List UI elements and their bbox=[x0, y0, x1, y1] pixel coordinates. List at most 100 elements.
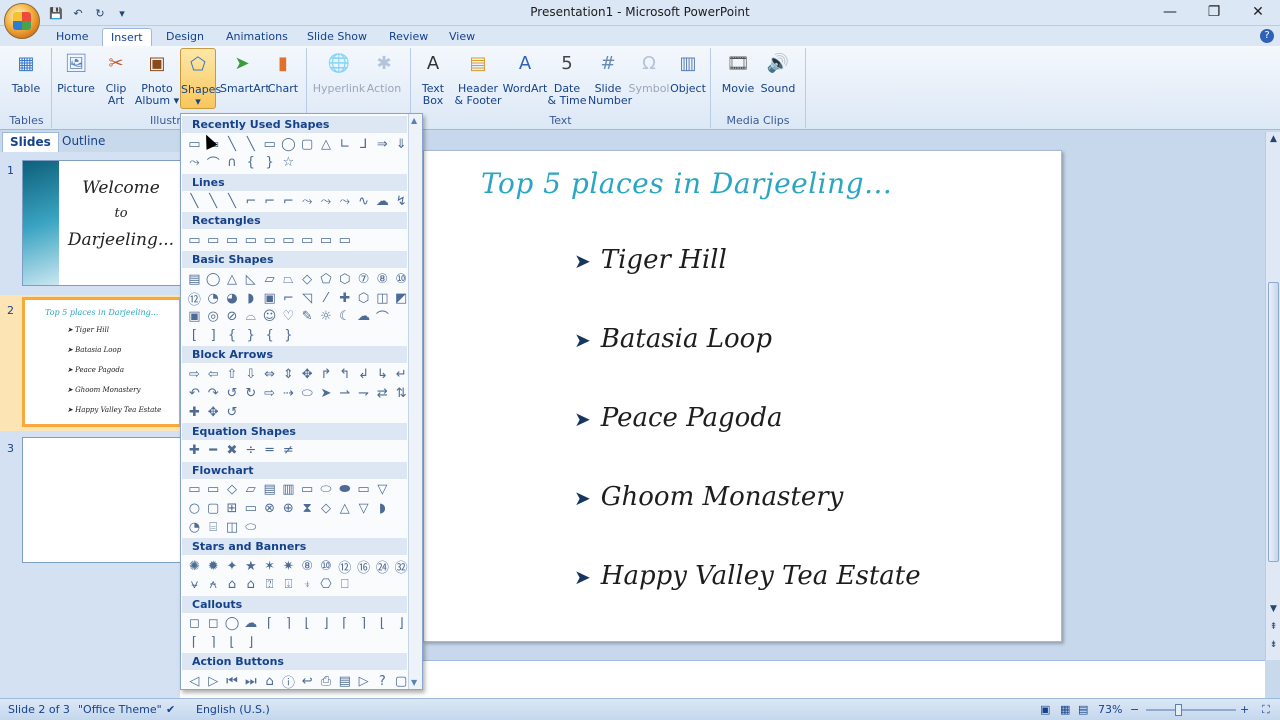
shape-option-icon[interactable]: ✥ bbox=[204, 403, 223, 421]
tab-insert[interactable]: Insert bbox=[102, 28, 152, 47]
shape-option-icon[interactable]: ↷ bbox=[204, 384, 223, 402]
table-button[interactable]: ▦ Table bbox=[6, 48, 46, 95]
shape-option-icon[interactable]: ⇦ bbox=[204, 365, 223, 383]
shape-option-icon[interactable]: ▤ bbox=[185, 270, 204, 288]
shape-option-icon[interactable]: } bbox=[241, 327, 260, 345]
shape-option-icon[interactable]: ▽ bbox=[354, 499, 373, 517]
shape-option-icon[interactable]: ▢ bbox=[204, 499, 223, 517]
shape-option-icon[interactable]: ⑯ bbox=[354, 557, 373, 576]
shape-option-icon[interactable]: ▭ bbox=[223, 231, 242, 249]
shape-option-icon[interactable]: ⇨ bbox=[260, 384, 279, 402]
shape-option-icon[interactable]: ○ bbox=[185, 499, 204, 517]
zoom-slider-track[interactable] bbox=[1146, 709, 1236, 711]
shape-option-icon[interactable]: ⌈ bbox=[335, 615, 354, 633]
tab-slides[interactable]: Slides bbox=[2, 132, 59, 152]
shape-option-icon[interactable]: ? bbox=[373, 672, 392, 689]
scroll-up-icon[interactable]: ▲ bbox=[1266, 132, 1280, 147]
slide-thumbnail-2[interactable]: Top 5 places in Darjeeling... ➤ Tiger Hi… bbox=[22, 297, 182, 427]
shape-option-icon[interactable]: ◗ bbox=[241, 289, 260, 307]
shape-option-icon[interactable]: ☼ bbox=[317, 308, 336, 326]
shape-option-icon[interactable]: ⍲ bbox=[204, 576, 223, 594]
shape-option-icon[interactable]: ✚ bbox=[185, 442, 204, 460]
slide-show-icon[interactable]: ▤ bbox=[1078, 703, 1088, 716]
shape-option-icon[interactable]: ▭ bbox=[298, 231, 317, 249]
shape-option-icon[interactable]: ⍖ bbox=[298, 576, 317, 594]
shape-option-icon[interactable]: ☺ bbox=[260, 308, 279, 326]
tab-view[interactable]: View bbox=[441, 28, 483, 47]
shape-option-icon[interactable]: ▭ bbox=[298, 481, 317, 499]
shape-option-icon[interactable]: ☁ bbox=[241, 615, 260, 633]
shape-option-icon[interactable]: ▭ bbox=[354, 481, 373, 499]
vertical-scrollbar[interactable]: ▲ ▼ ⇞ ⇟ bbox=[1265, 132, 1280, 660]
shape-option-icon[interactable]: ⍱ bbox=[185, 576, 204, 594]
shape-option-icon[interactable]: ⇩ bbox=[241, 365, 260, 383]
shape-option-icon[interactable]: ⌐ bbox=[279, 289, 298, 307]
shape-option-icon[interactable]: ⇕ bbox=[279, 365, 298, 383]
shape-option-icon[interactable]: ⑧ bbox=[373, 270, 392, 288]
shape-option-icon[interactable]: ∟ bbox=[335, 135, 354, 153]
shape-option-icon[interactable]: ⑫ bbox=[185, 289, 204, 308]
shape-option-icon[interactable]: ✷ bbox=[279, 557, 298, 575]
shape-option-icon[interactable]: ◯ bbox=[204, 270, 223, 288]
shape-option-icon[interactable]: ⬭ bbox=[241, 518, 260, 536]
zoom-out-button[interactable]: − bbox=[1130, 703, 1139, 716]
shape-option-icon[interactable]: ◺ bbox=[241, 270, 260, 288]
shape-option-icon[interactable]: } bbox=[260, 154, 279, 172]
shape-option-icon[interactable]: ↻ bbox=[241, 384, 260, 402]
shape-option-icon[interactable]: ◻ bbox=[185, 615, 204, 633]
previous-slide-icon[interactable]: ⇞ bbox=[1266, 620, 1280, 635]
shape-option-icon[interactable]: ⑦ bbox=[354, 270, 373, 288]
shape-option-icon[interactable]: ⑫ bbox=[335, 557, 354, 576]
shape-option-icon[interactable]: ⧗ bbox=[298, 499, 317, 517]
tab-home[interactable]: Home bbox=[48, 28, 96, 47]
slide-thumbnail-1[interactable]: Welcome to Darjeeling... bbox=[22, 160, 182, 286]
shape-option-icon[interactable]: ▭ bbox=[260, 135, 279, 153]
shape-option-icon[interactable]: ▤ bbox=[335, 672, 354, 689]
shape-option-icon[interactable]: ⌂ bbox=[223, 576, 242, 594]
scroll-down-icon[interactable]: ▼ bbox=[1266, 602, 1280, 617]
shape-option-icon[interactable]: ↲ bbox=[354, 365, 373, 383]
shape-option-icon[interactable]: ∿ bbox=[354, 193, 373, 211]
slide-title[interactable]: Top 5 places in Darjeeling... bbox=[481, 167, 892, 200]
slide-thumbnail-3[interactable] bbox=[22, 437, 182, 563]
shape-option-icon[interactable]: ◫ bbox=[373, 289, 392, 307]
shape-option-icon[interactable]: ▥ bbox=[279, 481, 298, 499]
shape-option-icon[interactable]: ☁ bbox=[354, 308, 373, 326]
sound-button[interactable]: 🔊 Sound bbox=[758, 48, 798, 95]
shape-option-icon[interactable]: ⇔ bbox=[260, 365, 279, 383]
tab-animations[interactable]: Animations bbox=[218, 28, 296, 47]
shape-option-icon[interactable]: ㉔ bbox=[373, 557, 392, 576]
shape-option-icon[interactable]: ☾ bbox=[335, 308, 354, 326]
clip-button[interactable]: ✂ Clip Art bbox=[100, 48, 132, 107]
shape-option-icon[interactable]: ⤳ bbox=[335, 193, 354, 211]
text-button[interactable]: A Text Box bbox=[416, 48, 450, 107]
picture-button[interactable]: 🖼 Picture bbox=[56, 48, 96, 95]
shape-option-icon[interactable]: ⏮ bbox=[223, 672, 242, 689]
close-button[interactable]: ✕ bbox=[1236, 0, 1280, 24]
shape-option-icon[interactable]: ◇ bbox=[317, 499, 336, 517]
minimize-button[interactable]: — bbox=[1148, 0, 1192, 24]
slide-bullet[interactable]: ➤ Peace Pagoda bbox=[574, 403, 782, 433]
shape-option-icon[interactable]: ♡ bbox=[279, 308, 298, 326]
shape-option-icon[interactable]: ▤ bbox=[260, 481, 279, 499]
shape-option-icon[interactable]: ▭ bbox=[204, 481, 223, 499]
shape-option-icon[interactable]: ◯ bbox=[223, 615, 242, 633]
shape-option-icon[interactable]: ⇀ bbox=[335, 384, 354, 402]
symbol-button[interactable]: Ω Symbol bbox=[626, 48, 672, 95]
tab-design[interactable]: Design bbox=[158, 28, 212, 47]
zoom-level[interactable]: 73% bbox=[1098, 703, 1122, 716]
gallery-scroll-up-icon[interactable]: ▲ bbox=[411, 116, 417, 125]
shapes-button[interactable]: ⬠ Shapes ▾ bbox=[180, 48, 221, 109]
shape-option-icon[interactable]: ÷ bbox=[241, 442, 260, 460]
tab-review[interactable]: Review bbox=[381, 28, 436, 47]
tab-outline[interactable]: Outline bbox=[55, 132, 112, 152]
shape-option-icon[interactable]: ╲ bbox=[223, 193, 242, 211]
shape-option-icon[interactable]: ⏭ bbox=[241, 672, 260, 689]
shape-option-icon[interactable]: ⌂ bbox=[260, 672, 279, 689]
shape-option-icon[interactable]: ◔ bbox=[185, 518, 204, 536]
shape-option-icon[interactable]: ⌊ bbox=[298, 615, 317, 633]
next-slide-icon[interactable]: ⇟ bbox=[1266, 638, 1280, 653]
photo-button[interactable]: ▣ Photo Album ▾ bbox=[134, 48, 180, 107]
shape-option-icon[interactable]: ⌈ bbox=[185, 633, 204, 651]
date-button[interactable]: 5 Date & Time bbox=[546, 48, 588, 107]
